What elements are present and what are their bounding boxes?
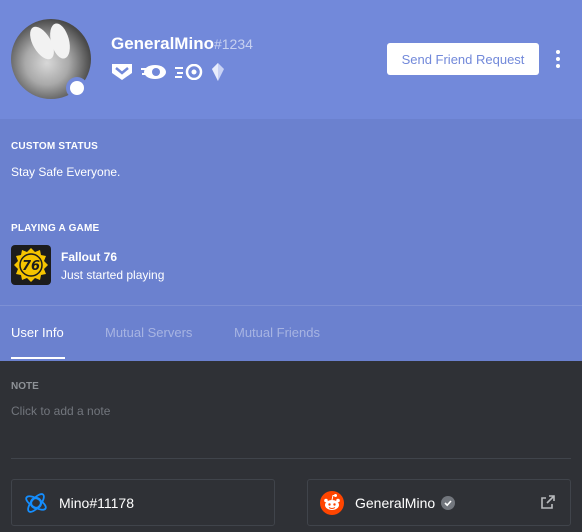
connection-name: Mino#11178	[59, 494, 134, 511]
early-supporter-icon[interactable]	[211, 62, 225, 82]
send-friend-request-button[interactable]: Send Friend Request	[387, 43, 539, 75]
note-title: NOTE	[11, 381, 39, 392]
connection-name: GeneralMino	[355, 494, 436, 511]
game-icon-label: 76	[22, 259, 40, 274]
custom-status-title: CUSTOM STATUS	[11, 141, 99, 152]
hypesquad-bravery-icon[interactable]	[111, 62, 133, 82]
game-state: Just started playing	[61, 268, 165, 282]
connection-battlenet: Mino#11178	[11, 479, 275, 526]
online-status-icon	[66, 77, 88, 99]
discriminator: #1234	[213, 36, 253, 52]
kebab-menu-icon[interactable]	[552, 47, 564, 71]
battlenet-icon	[23, 490, 49, 516]
divider	[11, 458, 571, 459]
badge-list	[111, 62, 225, 82]
username: GeneralMino#1234	[111, 34, 253, 54]
tab-mutual-servers[interactable]: Mutual Servers	[105, 325, 192, 340]
send-friend-request-label: Send Friend Request	[401, 51, 525, 67]
tab-mutual-friends[interactable]: Mutual Friends	[234, 325, 320, 340]
verified-check-icon	[441, 495, 456, 510]
custom-status-text: Stay Safe Everyone.	[11, 165, 121, 179]
external-link-icon[interactable]	[540, 494, 556, 510]
nitro-classic-icon[interactable]	[141, 62, 167, 82]
connection-reddit: GeneralMino	[307, 479, 571, 526]
tab-user-info[interactable]: User Info	[11, 325, 64, 340]
fallout-76-game-icon: 76	[11, 245, 51, 285]
reddit-icon	[319, 490, 345, 516]
playing-game-title: PLAYING A GAME	[11, 223, 100, 234]
note-input[interactable]: Click to add a note	[11, 404, 311, 420]
active-tab-indicator	[11, 357, 65, 359]
divider	[0, 305, 582, 306]
server-booster-icon[interactable]	[175, 62, 203, 82]
username-text: GeneralMino	[111, 34, 214, 53]
game-name: Fallout 76	[61, 250, 118, 264]
